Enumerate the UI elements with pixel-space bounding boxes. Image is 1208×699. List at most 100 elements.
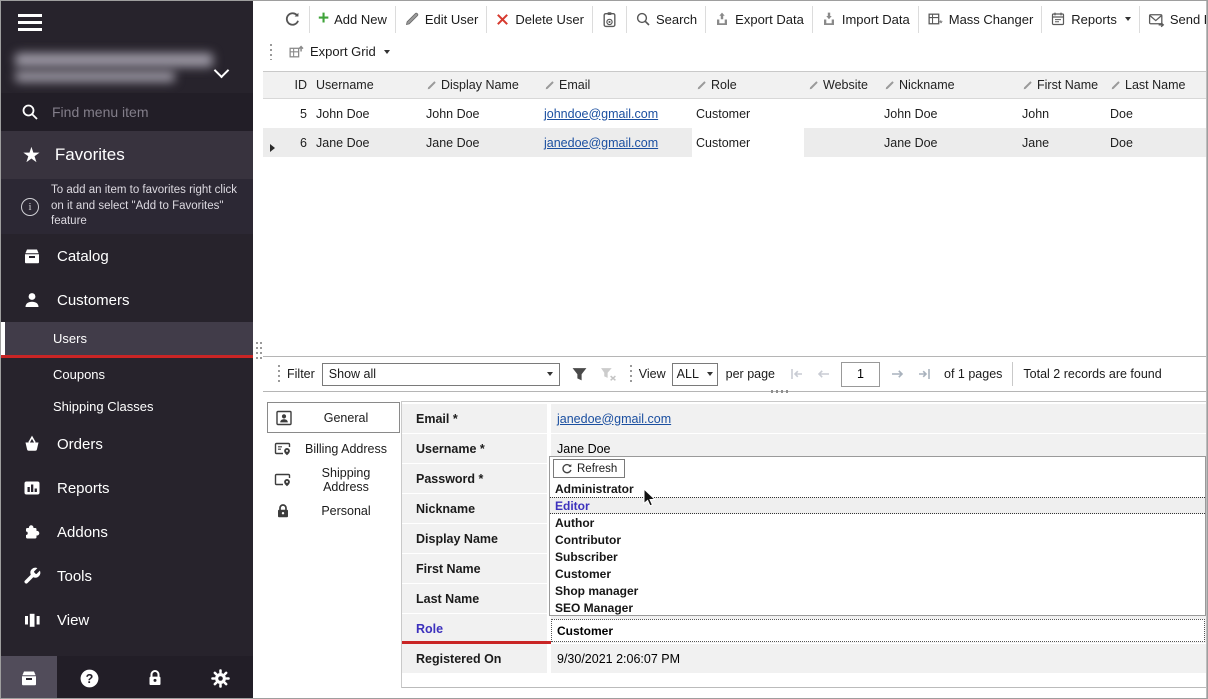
account-selector[interactable] [11, 51, 243, 91]
page-number-input[interactable] [841, 362, 880, 387]
filter-dropdown[interactable]: Show all [322, 363, 560, 386]
sidebar-item-orders[interactable]: Orders [1, 422, 253, 466]
active-field-underline [402, 641, 551, 644]
next-page-icon[interactable] [890, 367, 906, 381]
send-email-button[interactable]: Send E-Mail [1140, 5, 1208, 33]
per-page-dropdown[interactable]: ALL [672, 363, 718, 386]
catalog-icon [22, 246, 42, 266]
export-grid-button[interactable]: Export Grid [280, 38, 398, 66]
search-placeholder: Find menu item [52, 104, 148, 120]
help-button[interactable]: ? [57, 668, 122, 689]
lock-button[interactable] [122, 668, 187, 688]
sidebar-item-tools[interactable]: Tools [1, 554, 253, 598]
refresh-button[interactable] [276, 5, 309, 33]
col-header-role[interactable]: Role [692, 72, 804, 99]
store-icon-button[interactable] [1, 656, 57, 699]
sidebar-item-coupons[interactable]: Coupons [1, 358, 253, 390]
grid-cell-role-editing[interactable]: Customer [692, 128, 804, 157]
secondary-toolbar: Export Grid [253, 39, 398, 64]
email-field[interactable]: janedoe@gmail.com [551, 404, 1206, 433]
role-option-seo-manager[interactable]: SEO Manager [550, 599, 1205, 616]
export-icon [714, 11, 730, 27]
email-link[interactable]: janedoe@gmail.com [557, 412, 671, 426]
apply-filter-icon[interactable] [570, 366, 589, 383]
sidebar-item-view[interactable]: View [1, 598, 253, 642]
hamburger-menu-icon[interactable] [18, 14, 42, 31]
sidebar-item-shipping-classes[interactable]: Shipping Classes [1, 390, 253, 422]
sidebar-item-addons[interactable]: Addons [1, 510, 253, 554]
refresh-icon [561, 463, 573, 475]
sidebar: Find menu item ★ Favorites i To add an i… [1, 1, 253, 699]
search-button[interactable]: Search [627, 5, 705, 33]
add-new-button[interactable]: + Add New [310, 5, 395, 33]
clear-filter-icon[interactable] [599, 366, 618, 383]
pencil-icon [404, 11, 420, 27]
tab-billing-address[interactable]: Billing Address [267, 433, 400, 464]
toolbar-drag-grip[interactable] [630, 365, 632, 383]
horizontal-splitter-grip[interactable] [771, 390, 788, 393]
first-page-icon[interactable] [789, 367, 805, 381]
dropdown-refresh-button[interactable]: Refresh [553, 459, 625, 478]
selected-row-marker-icon [270, 144, 275, 152]
tab-general[interactable]: General [267, 402, 400, 433]
view-per-page-label: View [639, 367, 666, 381]
panel-splitter-grip[interactable] [256, 342, 262, 359]
table-row-selected[interactable]: 6 Jane Doe Jane Doe janedoe@gmail.com Cu… [263, 128, 1206, 157]
grid-cell-website [804, 99, 880, 128]
sidebar-item-reports[interactable]: Reports [1, 466, 253, 510]
import-data-button[interactable]: Import Data [813, 5, 918, 33]
toolbar-drag-grip[interactable] [270, 44, 272, 60]
sidebar-item-catalog[interactable]: Catalog [1, 234, 253, 278]
sidebar-item-users[interactable]: Users [1, 322, 253, 355]
sidebar-item-customers[interactable]: Customers [1, 278, 253, 322]
grid-cell-last-name: Doe [1106, 128, 1206, 157]
sidebar-item-favorites[interactable]: ★ Favorites [1, 131, 253, 179]
previous-page-icon[interactable] [815, 367, 831, 381]
tab-personal[interactable]: Personal [267, 495, 400, 526]
col-header-last-name[interactable]: Last Name [1106, 72, 1206, 99]
email-link[interactable]: johndoe@gmail.com [544, 107, 658, 121]
grid-cell-display-name: Jane Doe [422, 128, 540, 157]
role-option-subscriber[interactable]: Subscriber [550, 548, 1205, 565]
col-header-first-name[interactable]: First Name [1018, 72, 1106, 99]
pencil-icon [1110, 80, 1121, 91]
mass-changer-button[interactable]: * Mass Changer [919, 5, 1042, 33]
last-page-icon[interactable] [916, 367, 932, 381]
chevron-down-icon [214, 63, 230, 79]
role-option-shop-manager[interactable]: Shop manager [550, 582, 1205, 599]
grid-cell-nickname: Jane Doe [880, 128, 1018, 157]
star-icon: ★ [22, 145, 41, 166]
delete-user-button[interactable]: Delete User [487, 5, 592, 33]
col-header-nickname[interactable]: Nickname [880, 72, 1018, 99]
role-option-editor-highlighted[interactable]: Editor [550, 497, 1205, 514]
filter-label: Filter [287, 367, 315, 381]
col-header-username[interactable]: Username [312, 72, 422, 99]
col-header-id[interactable]: ID [278, 72, 312, 99]
svg-text:*: * [939, 18, 943, 28]
username-field-label: Username * [402, 434, 549, 463]
edit-user-button[interactable]: Edit User [396, 5, 486, 33]
export-data-button[interactable]: Export Data [706, 5, 812, 33]
col-header-website[interactable]: Website [804, 72, 880, 99]
col-header-display-name[interactable]: Display Name [422, 72, 540, 99]
grid-cell-first-name: John [1018, 99, 1106, 128]
role-option-customer[interactable]: Customer [550, 565, 1205, 582]
grid-cell-display-name: John Doe [422, 99, 540, 128]
table-row[interactable]: 5 John Doe John Doe johndoe@gmail.com Cu… [263, 99, 1206, 128]
settings-button[interactable] [188, 668, 253, 689]
role-options-list: Administrator Editor Author Contributor … [550, 480, 1205, 616]
tab-shipping-address[interactable]: Shipping Address [267, 464, 400, 495]
col-header-email[interactable]: Email [540, 72, 692, 99]
email-link[interactable]: janedoe@gmail.com [544, 136, 658, 150]
reports-dropdown-button[interactable]: Reports [1042, 5, 1139, 33]
toolbar-drag-grip[interactable] [278, 365, 280, 383]
sidebar-search-input[interactable]: Find menu item [1, 93, 253, 131]
search-label: Search [656, 12, 697, 27]
preview-button[interactable] [593, 5, 626, 33]
role-option-author[interactable]: Author [550, 514, 1205, 531]
role-option-contributor[interactable]: Contributor [550, 531, 1205, 548]
calendar-icon [1050, 11, 1066, 27]
role-field-editor[interactable]: Customer [551, 619, 1205, 642]
role-option-administrator[interactable]: Administrator [550, 480, 1205, 497]
first-name-field-label: First Name [402, 554, 549, 583]
